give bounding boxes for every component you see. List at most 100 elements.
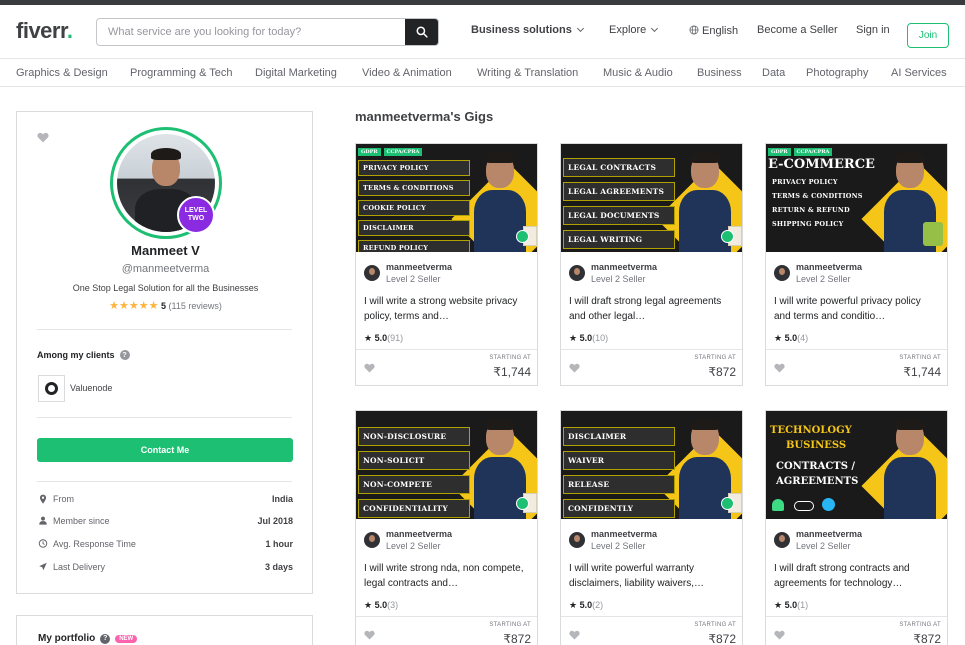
gig-thumbnail[interactable]: NON-DISCLOSURE NON-SOLICIT NON-COMPETE C… [356, 411, 537, 519]
stat-last-delivery-label: Last Delivery [53, 562, 106, 572]
thumb-tag-row: GDPR CCPA/CPRA [358, 148, 470, 156]
gig-seller-name: manmeetverma [386, 262, 453, 272]
rating-stars: ★★★★★ [109, 300, 159, 312]
gig-seller-name: manmeetverma [591, 529, 658, 539]
sign-in-link[interactable]: Sign in [856, 24, 890, 36]
seller-tagline: One Stop Legal Solution for all the Busi… [72, 283, 259, 293]
gig-thumbnail[interactable]: GDPR CCPA/CPRA PRIVACY POLICY TERMS & CON… [356, 144, 537, 252]
category-bar: Graphics & Design Programming & Tech Dig… [0, 58, 965, 87]
search-button[interactable] [405, 19, 438, 45]
client-logo-valuenode[interactable] [38, 375, 65, 402]
favorite-heart-icon[interactable] [774, 630, 785, 640]
thumb-line: DISCLAIMER [358, 220, 470, 236]
gig-thumbnail[interactable]: DISCLAIMER WAIVER RELEASE CONFIDENTLY [561, 411, 742, 519]
gig-rating-count: (4) [797, 333, 809, 343]
gig-seller[interactable]: manmeetverma Level 2 Seller [364, 262, 532, 286]
gig-seller[interactable]: manmeetverma Level 2 Seller [569, 529, 737, 553]
thumb-headline: TECHNOLOGY [770, 425, 852, 436]
avatar-hair [151, 148, 181, 160]
gig-thumbnail[interactable]: TECHNOLOGY BUSINESS CONTRACTS / AGREEMEN… [766, 411, 947, 519]
favorite-heart-icon[interactable] [569, 363, 580, 373]
seller-avatar-small [569, 532, 585, 548]
gig-footer: STARTING AT ₹872 [561, 616, 742, 645]
help-icon[interactable]: ? [100, 633, 111, 644]
gig-seller-name: manmeetverma [591, 262, 658, 272]
business-solutions-menu[interactable]: Business solutions [471, 24, 584, 36]
thumb-line: LEGAL AGREEMENTS [563, 182, 675, 201]
gigs-heading: manmeetverma's Gigs [355, 109, 494, 124]
clock-icon [38, 539, 48, 548]
category-data[interactable]: Data [762, 67, 785, 79]
gig-seller-name: manmeetverma [796, 262, 863, 272]
category-programming-tech[interactable]: Programming & Tech [130, 67, 233, 79]
help-icon[interactable]: ? [119, 350, 130, 360]
gig-card[interactable]: NON-DISCLOSURE NON-SOLICIT NON-COMPETE C… [355, 410, 538, 645]
gig-price: ₹872 [708, 365, 736, 379]
category-music-audio[interactable]: Music & Audio [603, 67, 673, 79]
search-input[interactable] [97, 19, 406, 45]
become-seller-link[interactable]: Become a Seller [757, 24, 838, 36]
join-button[interactable]: Join [907, 23, 949, 48]
gig-title[interactable]: I will write a strong website privacy po… [364, 294, 529, 324]
gig-price: ₹872 [708, 632, 736, 645]
android-icon [772, 499, 784, 511]
seller-rating[interactable]: ★★★★★ 5 (115 reviews) [17, 299, 314, 312]
gig-title[interactable]: I will write powerful privacy policy and… [774, 294, 939, 324]
gig-seller-level: Level 2 Seller [796, 541, 851, 551]
gig-title[interactable]: I will draft strong legal agreements and… [569, 294, 734, 324]
seller-avatar-small [774, 532, 790, 548]
contact-me-button[interactable]: Contact Me [37, 438, 293, 462]
language-selector[interactable]: English [689, 24, 738, 37]
gig-rating: ★ 5.0(3) [364, 600, 398, 611]
gig-price: ₹1,744 [903, 365, 941, 379]
search-icon [416, 26, 428, 38]
gig-card[interactable]: TECHNOLOGY BUSINESS CONTRACTS / AGREEMEN… [765, 410, 948, 645]
star-icon: ★ [364, 333, 373, 343]
category-ai-services[interactable]: AI Services [891, 67, 947, 79]
favorite-heart-icon[interactable] [364, 363, 375, 373]
explore-menu[interactable]: Explore [609, 24, 659, 36]
favorite-heart-icon[interactable] [569, 630, 580, 640]
stat-from-value: India [271, 494, 293, 504]
seller-name[interactable]: Manmeet V [17, 243, 314, 258]
favorite-heart-icon[interactable] [37, 132, 49, 143]
gig-seller[interactable]: manmeetverma Level 2 Seller [364, 529, 532, 553]
category-photography[interactable]: Photography [806, 67, 868, 79]
category-business[interactable]: Business [697, 67, 742, 79]
category-writing-translation[interactable]: Writing & Translation [477, 67, 578, 79]
gig-title[interactable]: I will write powerful warranty disclaime… [569, 561, 734, 591]
seller-avatar-small [569, 265, 585, 281]
stat-from-label: From [53, 494, 74, 504]
language-label: English [702, 25, 739, 37]
gig-rating-count: (2) [592, 600, 604, 610]
thumb-person-hair [895, 152, 925, 163]
review-count: (115 reviews) [168, 301, 222, 311]
stat-response-time-label: Avg. Response Time [53, 539, 136, 549]
category-graphics-design[interactable]: Graphics & Design [16, 67, 108, 79]
category-digital-marketing[interactable]: Digital Marketing [255, 67, 337, 79]
thumb-line: PRIVACY POLICY [772, 178, 838, 186]
gig-card[interactable]: GDPR CCPA/CPRA PRIVACY POLICY TERMS & CON… [355, 143, 538, 386]
shield-check-icon [516, 497, 529, 510]
gig-seller[interactable]: manmeetverma Level 2 Seller [774, 529, 942, 553]
clients-heading: Among my clients ? [37, 350, 130, 360]
gig-card[interactable]: GDPR CCPA/CPRA E-COMMERCE PRIVACY POLICY … [765, 143, 948, 386]
gig-thumbnail[interactable]: LEGAL CONTRACTS LEGAL AGREEMENTS LEGAL D… [561, 144, 742, 252]
favorite-heart-icon[interactable] [774, 363, 785, 373]
gig-card[interactable]: DISCLAIMER WAIVER RELEASE CONFIDENTLY ma… [560, 410, 743, 645]
gig-title[interactable]: I will write strong nda, non compete, le… [364, 561, 529, 591]
thumb-person [884, 419, 936, 519]
gig-seller-name: manmeetverma [386, 529, 453, 539]
gig-card[interactable]: LEGAL CONTRACTS LEGAL AGREEMENTS LEGAL D… [560, 143, 743, 386]
gig-seller[interactable]: manmeetverma Level 2 Seller [569, 262, 737, 286]
client-name: Valuenode [70, 383, 113, 393]
portfolio-heading[interactable]: My portfolio ? NEW [38, 633, 138, 644]
category-video-animation[interactable]: Video & Animation [362, 67, 452, 79]
seller-profile-card: LEVEL TWO Manmeet V @manmeetverma One St… [16, 111, 313, 594]
thumb-tag: GDPR [768, 148, 791, 156]
gig-thumbnail[interactable]: GDPR CCPA/CPRA E-COMMERCE PRIVACY POLICY … [766, 144, 947, 252]
gig-title[interactable]: I will draft strong contracts and agreem… [774, 561, 939, 591]
favorite-heart-icon[interactable] [364, 630, 375, 640]
gig-seller[interactable]: manmeetverma Level 2 Seller [774, 262, 942, 286]
fiverr-logo[interactable]: fiverr. [16, 18, 73, 44]
